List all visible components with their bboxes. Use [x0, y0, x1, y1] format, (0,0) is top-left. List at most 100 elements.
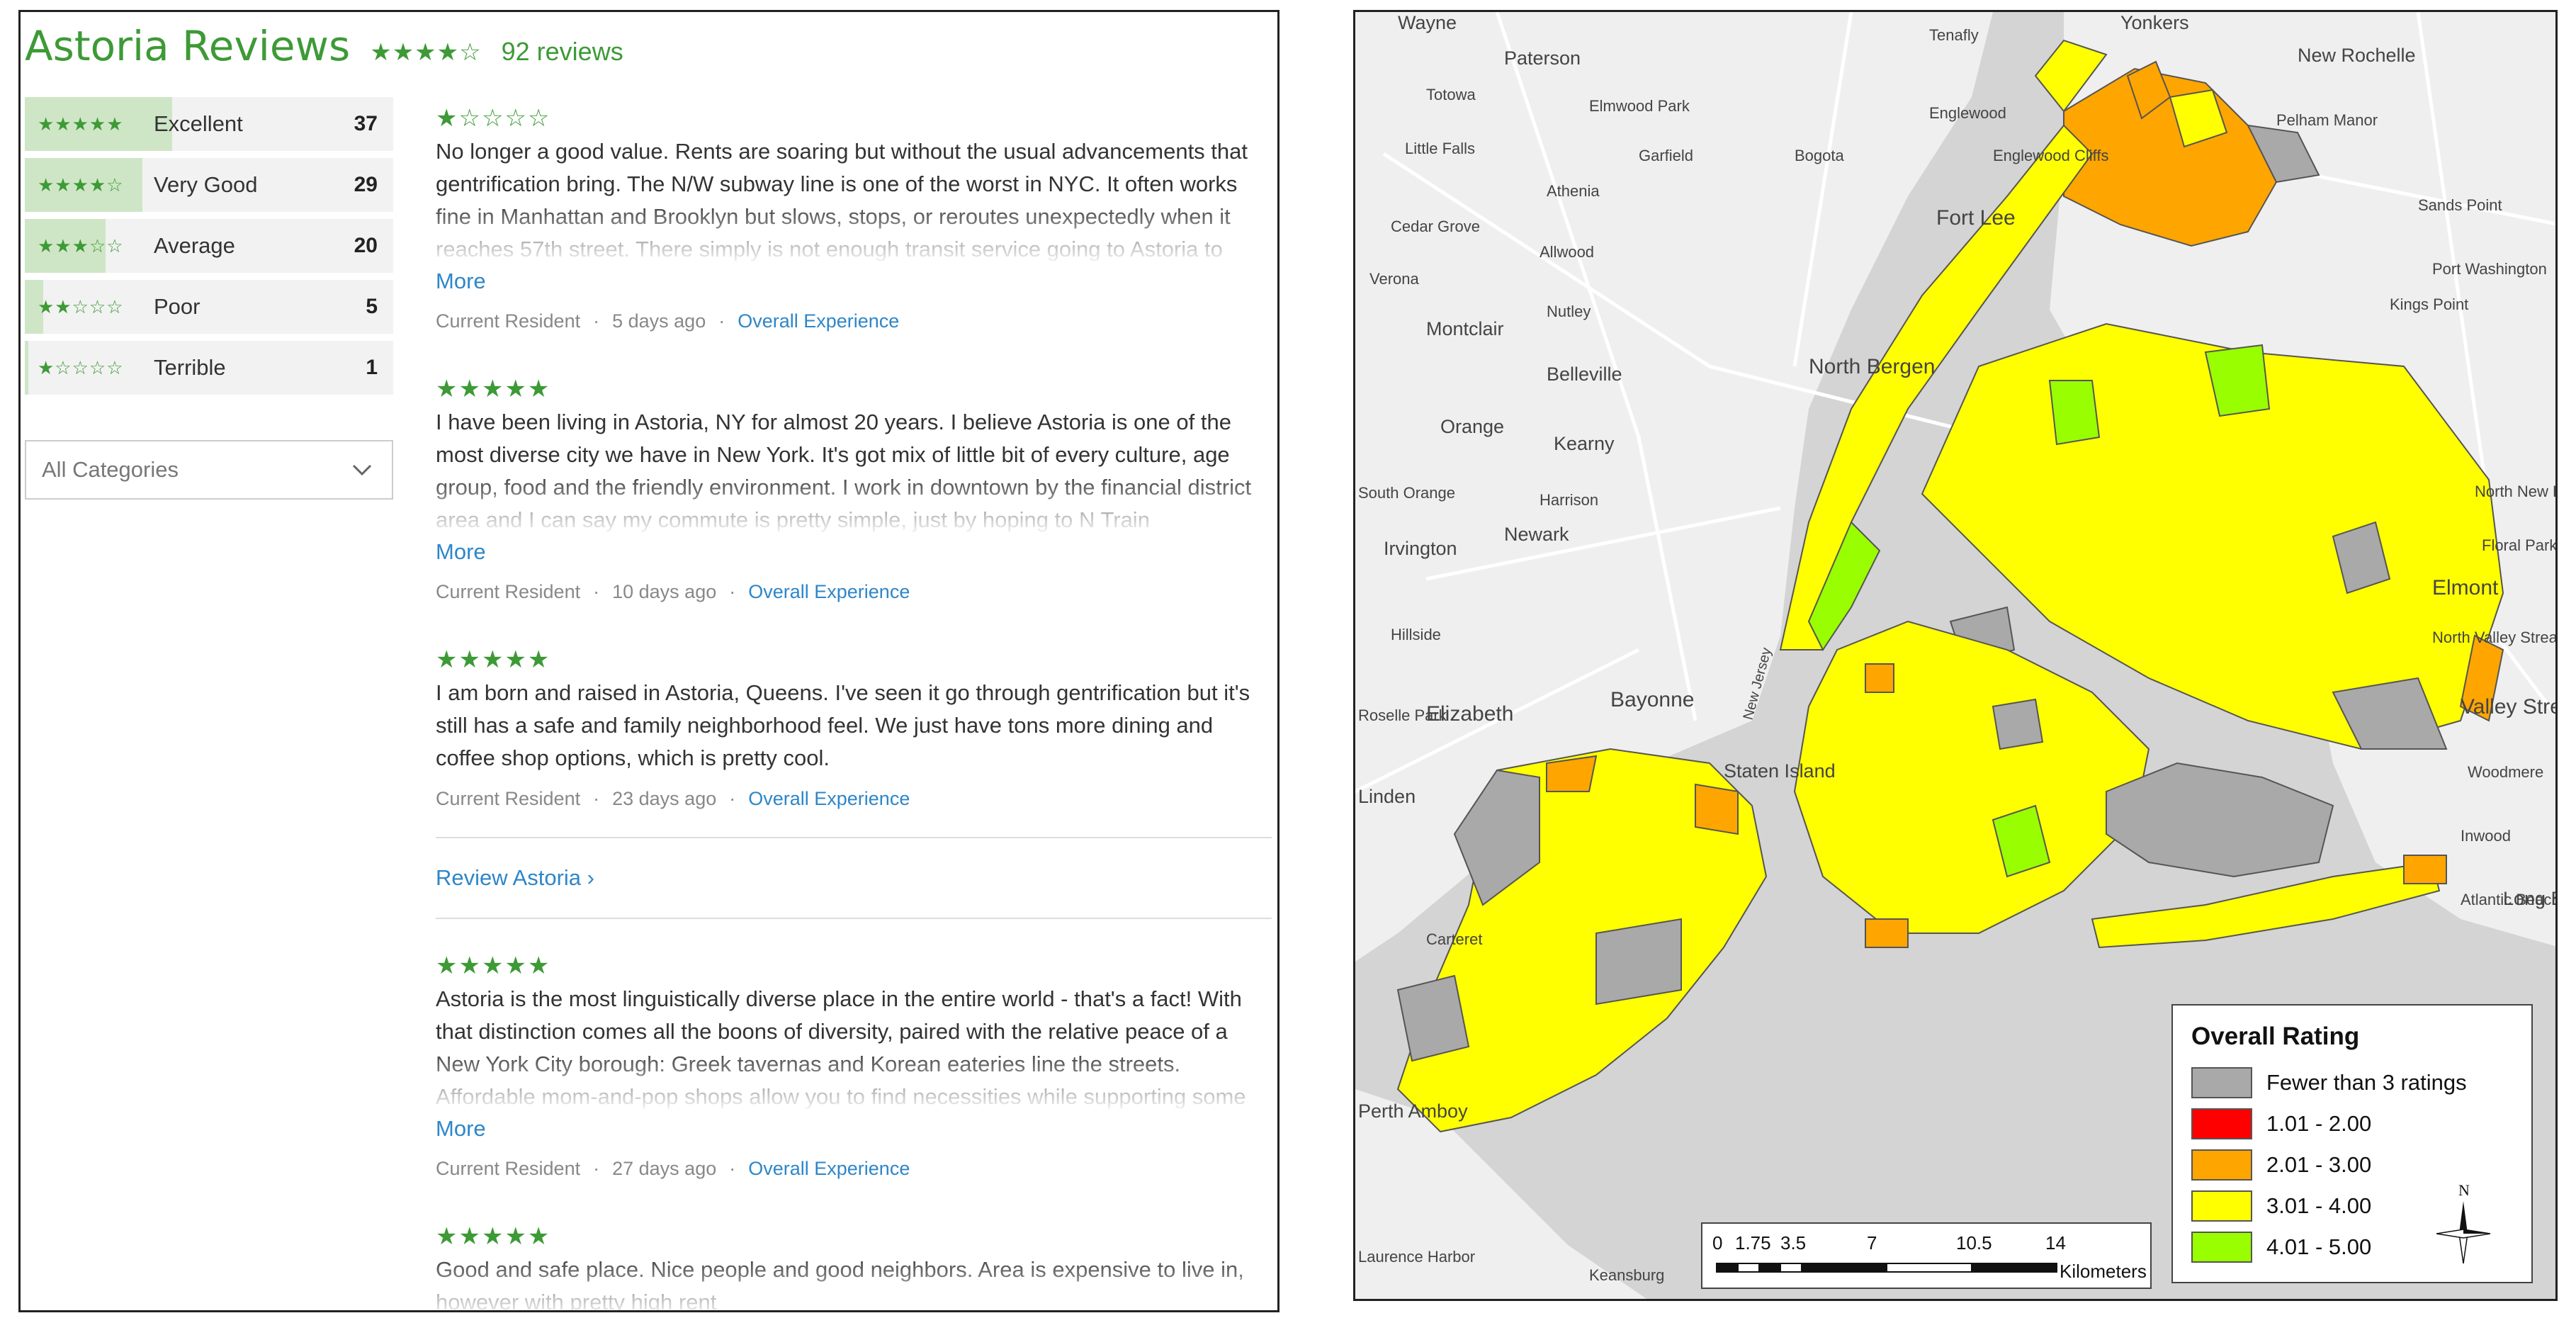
label-cedar-grove: Cedar Grove — [1391, 218, 1480, 235]
scale-tick-2: 3.5 — [1780, 1232, 1806, 1254]
rating-stars: ★★★★★ — [38, 113, 124, 135]
rating-count: 20 — [354, 234, 378, 257]
north-label: N — [2458, 1181, 2470, 1199]
review-category-link[interactable]: Overall Experience — [748, 581, 910, 602]
reviews-header: Astoria Reviews ★★★★☆ 92 reviews — [25, 22, 623, 70]
review-meta: Current Resident · 10 days ago · Overall Exp… — [436, 578, 1272, 606]
separator-dot: · — [729, 1158, 736, 1179]
label-port-washington: Port Washington — [2432, 260, 2547, 278]
review-text: Astoria is the most linguistically diver… — [436, 983, 1272, 1113]
north-arrow-icon: N — [2436, 1181, 2491, 1264]
label-kearny: Kearny — [1554, 433, 1615, 454]
label-valley-stream: Valley Stream — [2461, 695, 2558, 719]
rating-count: 1 — [366, 356, 378, 379]
separator-dot: · — [729, 581, 736, 602]
label-englewood: Englewood — [1929, 104, 2006, 122]
label-paterson: Paterson — [1504, 47, 1581, 69]
review-age: 5 days ago — [612, 310, 706, 332]
label-roselle-park: Roselle Park — [1358, 706, 1447, 724]
rating-row-poor[interactable]: ★★☆☆☆ Poor 5 — [25, 280, 393, 334]
brooklyn — [1793, 620, 2150, 948]
rockaway-east — [2403, 855, 2447, 884]
legend-label: 1.01 - 2.00 — [2266, 1111, 2372, 1136]
rating-count: 5 — [366, 295, 378, 318]
rating-row-average[interactable]: ★★★☆☆ Average 20 — [25, 219, 393, 273]
rating-row-very-good[interactable]: ★★★★☆ Very Good 29 — [25, 158, 393, 212]
review-category-link[interactable]: Overall Experience — [748, 788, 910, 809]
legend-label: Fewer than 3 ratings — [2266, 1070, 2467, 1095]
label-nutley: Nutley — [1547, 303, 1591, 320]
review-meta: Current Resident · 27 days ago · Overall Exp… — [436, 1154, 1272, 1183]
label-irvington: Irvington — [1384, 538, 1457, 559]
scale-unit: Kilometers — [2060, 1261, 2147, 1282]
legend-label: 4.01 - 5.00 — [2266, 1234, 2372, 1259]
rating-breakdown: ★★★★★ Excellent 37 ★★★★☆ Very Good 29 ★★… — [25, 97, 393, 402]
label-elmont: Elmont — [2432, 576, 2499, 599]
label-belleville: Belleville — [1547, 364, 1622, 385]
label-englewood-cliffs: Englewood Cliffs — [1993, 147, 2108, 164]
chevron-down-icon — [352, 464, 372, 476]
review-astoria-link[interactable]: Review Astoria › — [436, 837, 1272, 919]
label-little-falls: Little Falls — [1405, 140, 1475, 157]
label-north-valley-stream: North Valley Stream — [2432, 629, 2558, 646]
overall-rating-stars: ★★★★☆ — [370, 39, 482, 66]
label-yonkers: Yonkers — [2120, 12, 2189, 33]
separator-dot: · — [593, 581, 600, 602]
label-hillside: Hillside — [1391, 626, 1441, 643]
review-category-link[interactable]: Overall Experience — [748, 1158, 910, 1179]
scale-tick-0: 0 — [1712, 1232, 1722, 1254]
scale-tick-1: 1.75 — [1735, 1232, 1771, 1254]
review-age: 10 days ago — [612, 581, 717, 602]
label-tenafly: Tenafly — [1929, 26, 1979, 44]
rating-label: Average — [154, 233, 235, 258]
rating-row-excellent[interactable]: ★★★★★ Excellent 37 — [25, 97, 393, 151]
rockaway — [2091, 861, 2441, 949]
label-montclair: Montclair — [1426, 318, 1504, 339]
legend-label: 3.01 - 4.00 — [2266, 1193, 2372, 1218]
legend-swatch — [2191, 1108, 2252, 1139]
review-text: I have been living in Astoria, NY for al… — [436, 406, 1272, 536]
review-author: Current Resident — [436, 1158, 581, 1179]
rating-count: 29 — [354, 173, 378, 196]
review-stars: ★☆☆☆☆ — [436, 105, 551, 132]
label-north-new-hyde-park: North New Hyde Park — [2475, 483, 2558, 500]
label-bogota: Bogota — [1795, 147, 1844, 164]
label-linden: Linden — [1358, 786, 1416, 807]
label-allwood: Allwood — [1540, 243, 1594, 261]
legend-item: Fewer than 3 ratings — [2191, 1062, 2513, 1103]
label-verona: Verona — [1369, 270, 1419, 288]
rating-stars: ★★★★☆ — [38, 174, 124, 196]
scale-tick-3: 7 — [1867, 1232, 1877, 1254]
rating-stars: ★★☆☆☆ — [38, 295, 124, 317]
separator-dot: · — [729, 788, 736, 809]
label-south-orange: South Orange — [1358, 484, 1455, 502]
label-keansburg: Keansburg — [1589, 1266, 1664, 1284]
review-count-link[interactable]: 92 reviews — [502, 37, 623, 67]
label-laurence-harbor: Laurence Harbor — [1358, 1248, 1475, 1266]
review-author: Current Resident — [436, 581, 581, 602]
label-garfield: Garfield — [1639, 147, 1693, 164]
review-text: Good and safe place. Nice people and goo… — [436, 1254, 1272, 1310]
review-category-link[interactable]: Overall Experience — [738, 310, 899, 332]
label-wayne: Wayne — [1398, 12, 1457, 33]
page-title: Astoria Reviews — [25, 22, 351, 70]
review-more-link[interactable]: More — [436, 536, 1272, 568]
review-item: ★★★★★ Astoria is the most linguistically… — [436, 952, 1272, 1183]
legend-swatch — [2191, 1067, 2252, 1098]
review-more-link[interactable]: More — [436, 1113, 1272, 1144]
rating-row-terrible[interactable]: ★☆☆☆☆ Terrible 1 — [25, 341, 393, 395]
label-carteret: Carteret — [1426, 930, 1482, 948]
label-staten-island: Staten Island — [1724, 760, 1836, 782]
review-meta: Current Resident · 5 days ago · Overall Expe… — [436, 307, 1272, 335]
label-orange: Orange — [1440, 416, 1504, 437]
label-north-bergen: North Bergen — [1809, 355, 1935, 378]
rating-stars: ★☆☆☆☆ — [38, 356, 124, 378]
label-sands-point: Sands Point — [2418, 196, 2502, 214]
category-dropdown[interactable]: All Categories — [25, 440, 393, 500]
rating-label: Terrible — [154, 355, 226, 380]
review-item: ★★★★★ I have been living in Astoria, NY … — [436, 375, 1272, 606]
rating-count: 37 — [354, 112, 378, 135]
label-pelham-manor: Pelham Manor — [2276, 111, 2378, 129]
review-more-link[interactable]: More — [436, 266, 1272, 297]
label-woodmere: Woodmere — [2468, 763, 2543, 781]
